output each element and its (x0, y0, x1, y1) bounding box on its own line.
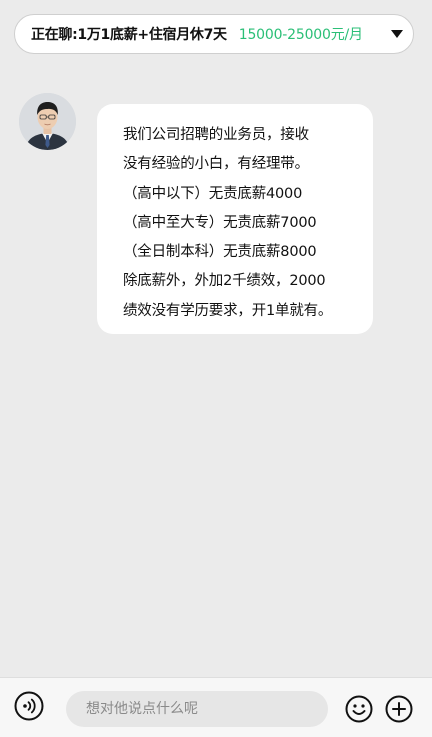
message-input[interactable] (66, 691, 328, 727)
message-line: 没有经验的小白，有经理带。 (123, 156, 309, 173)
plus-icon[interactable] (385, 695, 413, 723)
message-input-bar (0, 677, 432, 737)
chat-screen: 正在聊: 1万1底薪+住宿月休7天 15000-25000元/月 我们公司招聘的… (0, 0, 432, 737)
message-line: 绩效没有学历要求，开1单就有。 (123, 302, 333, 319)
recruiter-avatar[interactable] (19, 93, 76, 150)
message-line: （高中至大专）无责底薪7000 (123, 214, 317, 231)
message-line: 除底薪外，外加2千绩效，2000 (123, 273, 326, 290)
current-job-selector[interactable]: 正在聊: 1万1底薪+住宿月休7天 15000-25000元/月 (14, 14, 414, 54)
message-line: 我们公司招聘的业务员，接收 (123, 127, 309, 143)
job-salary: 15000-25000元/月 (238, 27, 363, 43)
chevron-down-icon[interactable] (391, 30, 403, 38)
message-bubble[interactable]: 我们公司招聘的业务员，接收 没有经验的小白，有经理带。 （高中以下）无责底薪40… (97, 104, 373, 334)
emoji-icon[interactable] (345, 695, 373, 723)
voice-icon[interactable] (14, 691, 44, 721)
message-line: （全日制本科）无责底薪8000 (123, 244, 317, 261)
message-line: （高中以下）无责底薪4000 (123, 185, 303, 202)
avatar-icon (19, 93, 76, 150)
job-title: 1万1底薪+住宿月休7天 (77, 27, 227, 43)
chatting-label: 正在聊: (31, 27, 78, 43)
